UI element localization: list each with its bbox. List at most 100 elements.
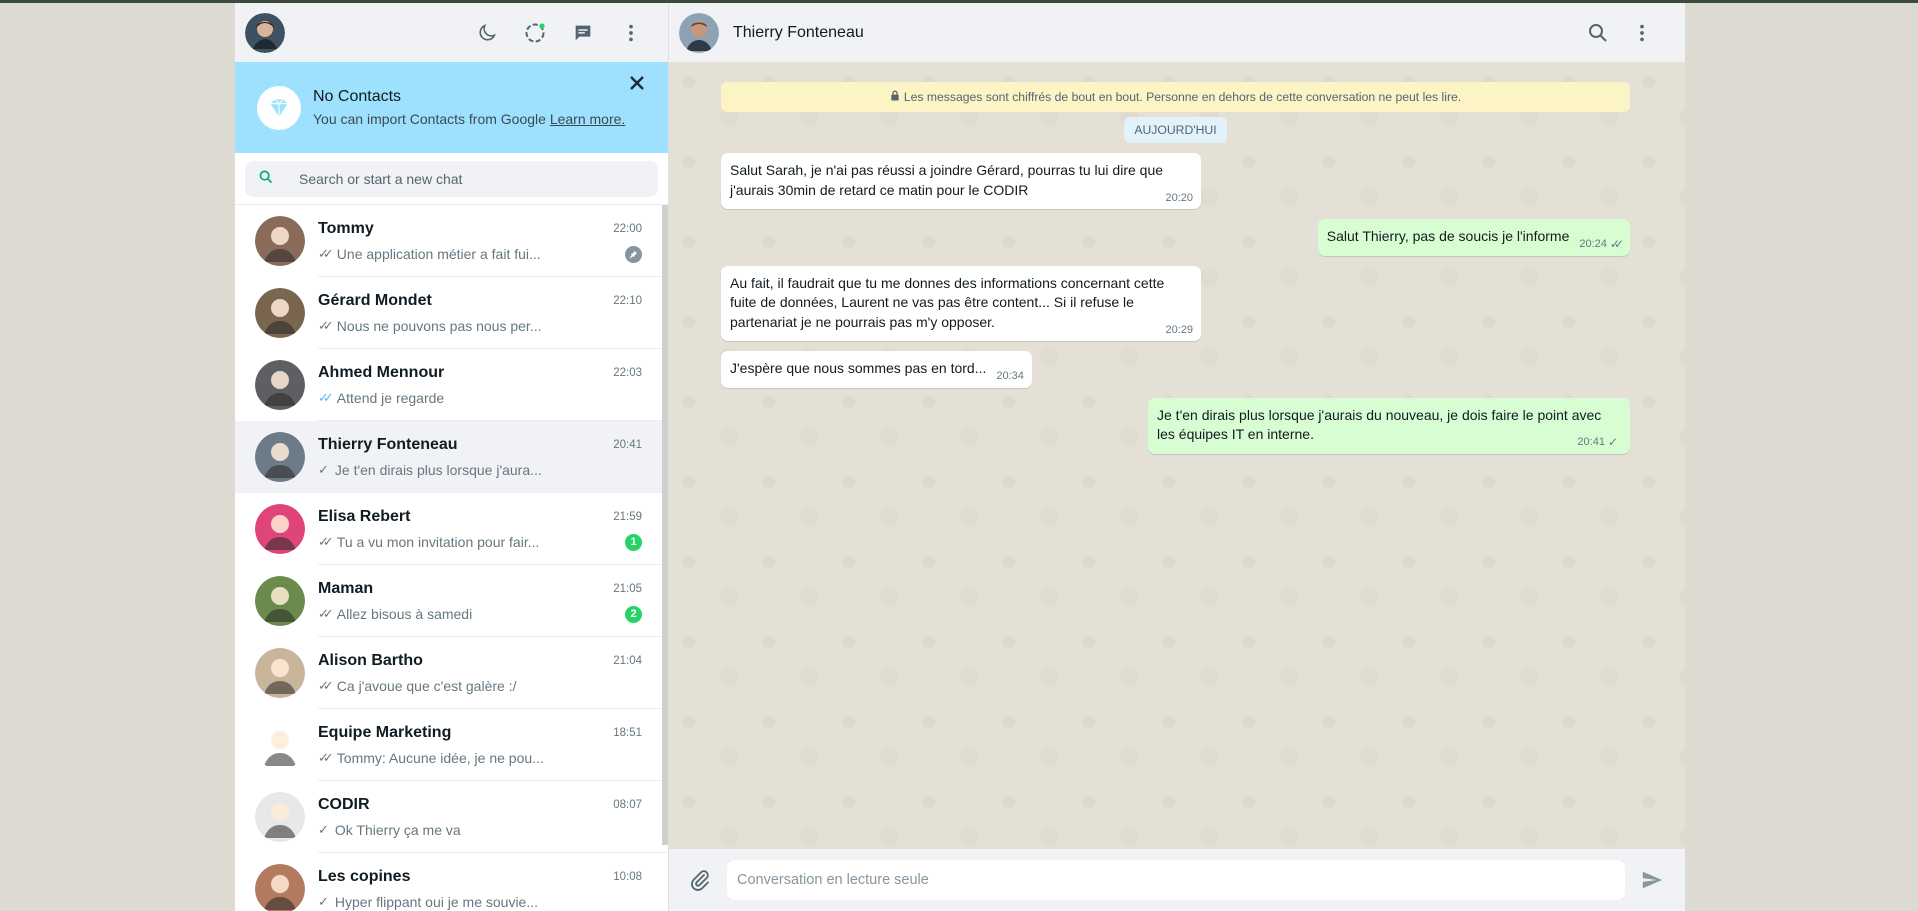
chat-item[interactable]: Elisa Rebert 21:59 ✓✓ Tu a vu mon invita…	[235, 493, 668, 565]
chat-time: 22:03	[613, 367, 642, 379]
chat-preview: ✓✓ Une application métier a fait fui...	[318, 246, 541, 262]
read-tick-icon: ✓✓	[318, 246, 334, 261]
message-bubble[interactable]: J'espère que nous sommes pas en tord... 2…	[721, 351, 1032, 388]
chat-item[interactable]: Tommy 22:00 ✓✓ Une application métier a …	[235, 205, 668, 277]
message-meta: 20:20	[1165, 191, 1193, 204]
read-tick-icon: ✓✓	[318, 534, 334, 549]
composer	[669, 849, 1685, 911]
date-label: AUJOURD'HUI	[1124, 117, 1227, 143]
chat-avatar	[255, 216, 305, 266]
read-tick-icon: ✓✓	[1609, 237, 1624, 251]
conversation-header-icons	[1585, 20, 1655, 46]
chat-item[interactable]: Les copines 10:08 ✓ Hyper flippant oui j…	[235, 853, 668, 911]
outgoing-message-row: Salut Thierry, pas de soucis je l'inform…	[721, 219, 1630, 256]
right-pane: Thierry Fonteneau Les messages sont chif…	[669, 3, 1685, 911]
message-bubble[interactable]: Je t'en dirais plus lorsque j'aurais du …	[1148, 397, 1630, 454]
read-tick-icon: ✓✓	[318, 390, 334, 405]
date-separator: AUJOURD'HUI	[721, 117, 1630, 143]
read-tick-icon: ✓✓	[318, 318, 334, 333]
chat-avatar	[255, 648, 305, 698]
learn-more-link[interactable]: Learn more.	[550, 111, 625, 127]
chat-name: Tommy	[318, 220, 374, 237]
read-tick-icon: ✓✓	[318, 678, 334, 693]
chat-preview: ✓ Je t'en dirais plus lorsque j'aura...	[318, 462, 542, 478]
chat-avatar	[255, 864, 305, 911]
chat-name: Alison Bartho	[318, 652, 423, 669]
new-chat-icon[interactable]	[570, 20, 596, 46]
chat-item[interactable]: Maman 21:05 ✓✓ Allez bisous à samedi 2	[235, 565, 668, 637]
chat-list: Tommy 22:00 ✓✓ Une application métier a …	[235, 205, 668, 911]
encryption-notice[interactable]: Les messages sont chiffrés de bout en bo…	[721, 82, 1630, 112]
my-avatar[interactable]	[245, 12, 285, 53]
lock-icon	[890, 90, 900, 104]
chat-item[interactable]: Thierry Fonteneau 20:41 ✓ Je t'en dirais…	[235, 421, 668, 493]
chat-avatar	[255, 576, 305, 626]
message-meta: 20:24 ✓✓	[1579, 235, 1624, 255]
chat-item[interactable]: Alison Bartho 21:04 ✓✓ Ca j'avoue que c'…	[235, 637, 668, 709]
search-messages-icon[interactable]	[1585, 20, 1611, 46]
message-meta: 20:29	[1165, 323, 1193, 336]
chat-item[interactable]: Gérard Mondet 22:10 ✓✓ Nous ne pouvons p…	[235, 277, 668, 349]
search-icon	[259, 170, 273, 189]
chat-avatar	[255, 792, 305, 842]
banner-title: No Contacts	[313, 88, 402, 105]
message-bubble[interactable]: Au fait, il faudrait que tu me donnes de…	[721, 265, 1201, 341]
read-tick-icon: ✓	[318, 894, 329, 909]
chat-time: 21:59	[613, 511, 642, 523]
message-text: J'espère que nous sommes pas en tord...	[730, 360, 987, 376]
contact-name[interactable]: Thierry Fonteneau	[733, 24, 1585, 42]
chat-avatar	[255, 432, 305, 482]
contact-avatar[interactable]	[679, 12, 719, 53]
incoming-message-row: Salut Sarah, je n'ai pas réussi a joindr…	[721, 153, 1630, 209]
close-icon[interactable]	[628, 74, 648, 94]
chat-preview: ✓✓ Nous ne pouvons pas nous per...	[318, 318, 542, 334]
chat-name: Gérard Mondet	[318, 292, 432, 309]
message-input[interactable]	[727, 860, 1625, 900]
search-box	[245, 161, 658, 197]
message-bubble[interactable]: Salut Sarah, je n'ai pas réussi a joindr…	[721, 153, 1201, 209]
left-header	[235, 3, 668, 62]
chat-time: 22:10	[613, 295, 642, 307]
theme-moon-icon[interactable]	[474, 20, 500, 46]
chat-avatar	[255, 720, 305, 770]
chat-time: 20:41	[613, 439, 642, 451]
attach-icon[interactable]	[687, 867, 713, 893]
chat-preview: ✓✓ Ca j'avoue que c'est galère :/	[318, 678, 517, 694]
read-tick-icon: ✓	[318, 462, 329, 477]
read-tick-icon: ✓✓	[318, 750, 334, 765]
banner-icon	[257, 85, 301, 130]
menu-icon[interactable]	[618, 20, 644, 46]
chat-time: 10:08	[613, 871, 642, 883]
chat-avatar	[255, 288, 305, 338]
chat-preview: ✓✓ Allez bisous à samedi	[318, 606, 473, 622]
conversation-menu-icon[interactable]	[1629, 20, 1655, 46]
search-wrapper	[235, 153, 668, 205]
message-bubble[interactable]: Salut Thierry, pas de soucis je l'inform…	[1317, 219, 1630, 256]
read-tick-icon: ✓	[318, 822, 329, 837]
chat-preview: ✓ Ok Thierry ça me va	[318, 822, 461, 838]
message-text: Au fait, il faudrait que tu me donnes de…	[730, 274, 1165, 330]
chat-item[interactable]: Ahmed Mennour 22:03 ✓✓ Attend je regarde	[235, 349, 668, 421]
status-icon[interactable]	[522, 20, 548, 46]
message-meta: 20:34	[996, 370, 1024, 382]
read-tick-icon: ✓	[1607, 435, 1618, 449]
conversation-panel: Les messages sont chiffrés de bout en bo…	[669, 62, 1685, 849]
chat-preview: ✓ Hyper flippant oui je me souvie...	[318, 894, 539, 910]
chat-avatar	[255, 360, 305, 410]
chat-time: 21:04	[613, 655, 642, 667]
banner-text: No Contacts You can import Contacts from…	[313, 88, 625, 127]
chat-avatar	[255, 504, 305, 554]
chat-list-scrollbar[interactable]	[662, 205, 668, 845]
send-icon[interactable]	[1639, 867, 1665, 893]
chat-time: 18:51	[613, 727, 642, 739]
conversation-header: Thierry Fonteneau	[669, 3, 1685, 62]
outgoing-message-row: Je t'en dirais plus lorsque j'aurais du …	[721, 397, 1630, 454]
chat-name: Les copines	[318, 868, 411, 885]
left-pane: No Contacts You can import Contacts from…	[235, 3, 669, 911]
message-list: Salut Sarah, je n'ai pas réussi a joindr…	[721, 153, 1630, 454]
search-input[interactable]	[299, 171, 599, 187]
chat-item[interactable]: CODIR 08:07 ✓ Ok Thierry ça me va	[235, 781, 668, 853]
chat-name: Elisa Rebert	[318, 508, 411, 525]
chat-item[interactable]: Equipe Marketing 18:51 ✓✓ Tommy: Aucune …	[235, 709, 668, 781]
header-icons	[474, 20, 656, 46]
